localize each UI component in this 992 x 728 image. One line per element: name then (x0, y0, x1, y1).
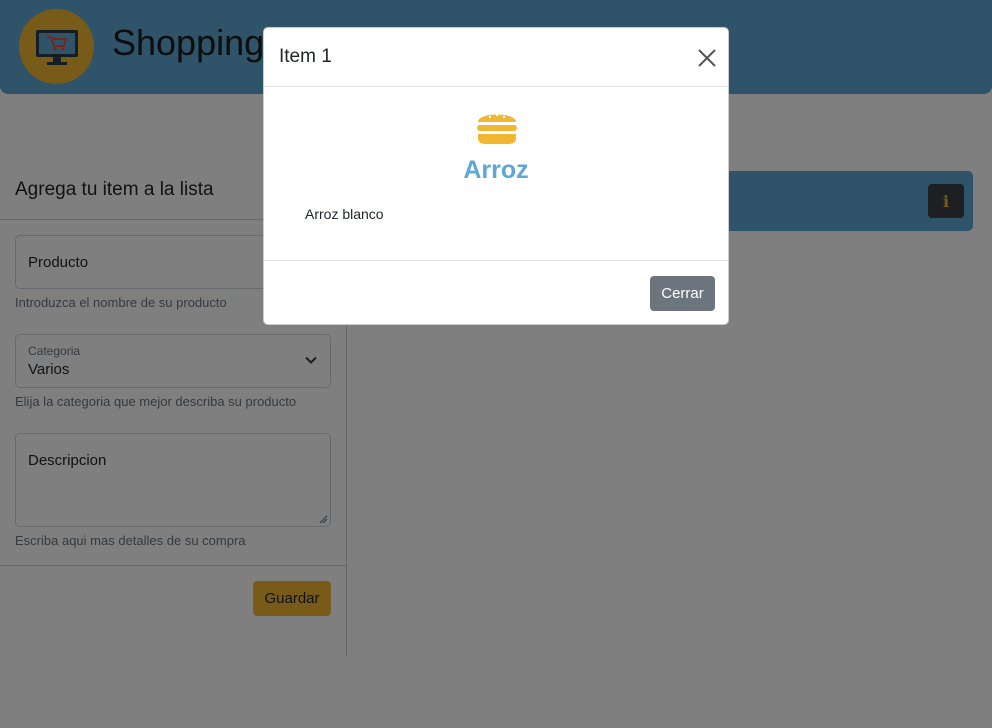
close-icon[interactable] (696, 47, 718, 69)
item-modal: Item 1 Arroz Arroz blanco Cerrar (263, 27, 729, 325)
modal-footer-divider (264, 260, 728, 261)
modal-title: Item 1 (279, 46, 332, 67)
close-button[interactable]: Cerrar (650, 276, 715, 311)
modal-header-divider (264, 86, 728, 87)
burger-icon (477, 113, 517, 144)
item-name: Arroz (463, 156, 529, 184)
item-description: Arroz blanco (305, 206, 384, 222)
